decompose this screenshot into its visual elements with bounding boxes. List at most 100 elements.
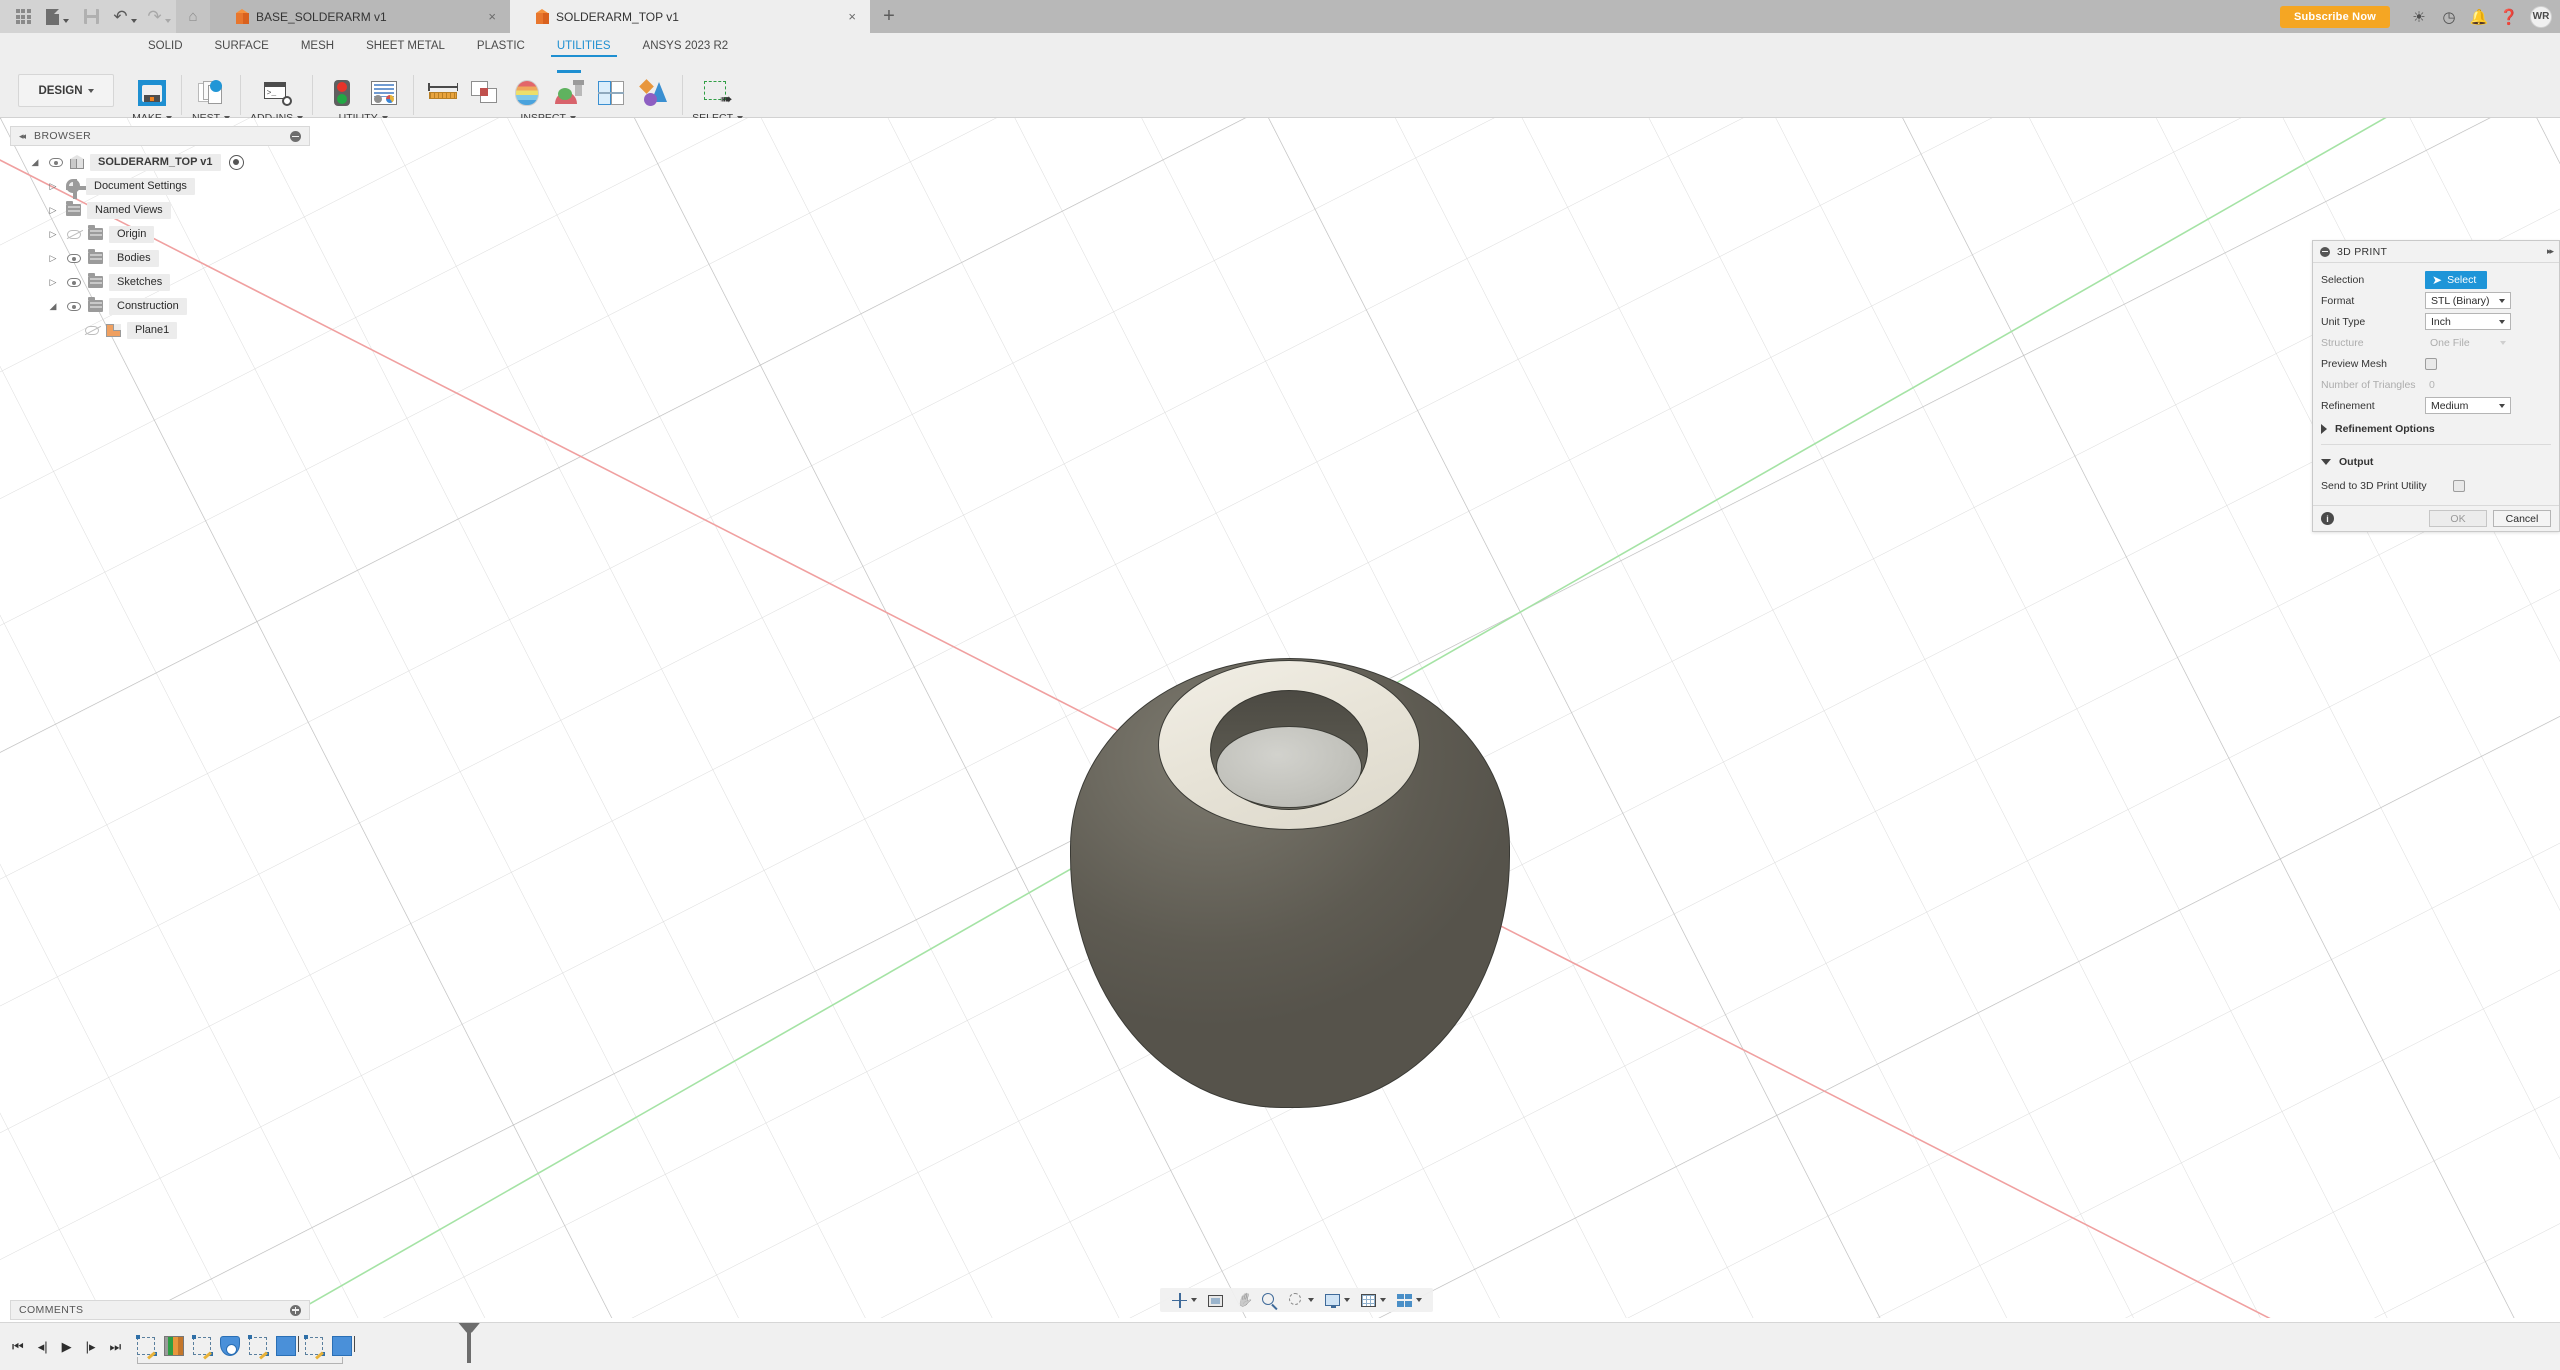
- viewport-canvas[interactable]: TOP X Y Z: [0, 118, 2560, 1318]
- collapse-icon[interactable]: [2320, 246, 2330, 257]
- format-dropdown[interactable]: STL (Binary): [2425, 292, 2511, 309]
- save-icon[interactable]: [74, 0, 108, 33]
- document-tab-base-solderarm[interactable]: BASE_SOLDERARM v1 ×: [210, 0, 510, 33]
- grid-and-snaps-button[interactable]: [1357, 1292, 1389, 1309]
- expand-icon[interactable]: ▸▸: [2547, 246, 2554, 257]
- curvature-map-icon[interactable]: [507, 75, 547, 111]
- timeline-sketch-feature[interactable]: [303, 1335, 325, 1360]
- timeline-loft-feature[interactable]: [219, 1335, 241, 1357]
- step-backward-icon[interactable]: ◂|: [38, 1339, 48, 1355]
- timeline-sketch-feature[interactable]: [135, 1335, 157, 1360]
- avatar[interactable]: WR: [2530, 5, 2552, 28]
- window-select-icon[interactable]: ➠: [698, 75, 738, 111]
- refinement-options-section[interactable]: Refinement Options: [2321, 417, 2551, 439]
- expander-collapsed-icon[interactable]: ▷: [46, 205, 60, 216]
- help-icon[interactable]: ❓: [2494, 0, 2524, 33]
- home-icon[interactable]: ⌂: [176, 0, 210, 33]
- add-comment-icon[interactable]: [290, 1304, 301, 1316]
- tab-ansys[interactable]: ANSYS 2023 R2: [627, 37, 745, 57]
- tab-utilities[interactable]: UTILITIES: [541, 37, 627, 57]
- preview-mesh-checkbox[interactable]: [2425, 357, 2437, 370]
- look-at-button[interactable]: [1204, 1292, 1227, 1309]
- expander-collapsed-icon[interactable]: ▷: [46, 277, 60, 288]
- chevron-down-icon[interactable]: [1416, 1298, 1422, 1302]
- timeline-sketch-feature[interactable]: [247, 1335, 269, 1360]
- jump-to-beginning-icon[interactable]: ⏮: [12, 1339, 24, 1355]
- browser-collapse-icon[interactable]: ◂◂: [19, 131, 26, 142]
- output-section[interactable]: Output: [2321, 450, 2551, 472]
- pan-button[interactable]: [1231, 1292, 1254, 1309]
- undo-icon[interactable]: ↶: [108, 0, 142, 33]
- comments-panel[interactable]: COMMENTS: [10, 1300, 310, 1320]
- chevron-down-icon[interactable]: [1191, 1298, 1197, 1302]
- zoom-window-button[interactable]: [1285, 1292, 1317, 1309]
- scripts-and-addins-icon[interactable]: >_: [257, 75, 297, 111]
- document-tab-solderarm-top[interactable]: SOLDERARM_TOP v1 ×: [510, 0, 870, 33]
- timeline-revolve-feature[interactable]: [163, 1335, 185, 1357]
- timeline-end-marker[interactable]: [467, 1328, 472, 1363]
- visibility-eye-off-icon[interactable]: [84, 325, 100, 335]
- model-health-icon[interactable]: [322, 75, 362, 111]
- job-status-icon[interactable]: ◷: [2434, 0, 2464, 33]
- tree-item-plane1[interactable]: Plane1: [10, 318, 310, 342]
- timeline-sketch-feature[interactable]: [191, 1335, 213, 1360]
- timeline-extrude-feature[interactable]: [275, 1335, 300, 1357]
- tab-solid[interactable]: SOLID: [132, 37, 199, 57]
- select-button[interactable]: ➤ Select: [2425, 270, 2488, 289]
- cancel-button[interactable]: Cancel: [2493, 510, 2551, 527]
- tree-item-sketches[interactable]: ▷ Sketches: [10, 270, 310, 294]
- browser-minimize-icon[interactable]: [290, 130, 301, 142]
- chevron-down-icon[interactable]: [1344, 1298, 1350, 1302]
- send-to-3d-print-utility-checkbox[interactable]: [2453, 479, 2465, 492]
- play-icon[interactable]: ▶: [62, 1339, 72, 1355]
- visibility-eye-icon[interactable]: [66, 253, 82, 263]
- tab-surface[interactable]: SURFACE: [199, 37, 285, 57]
- unit-type-dropdown[interactable]: Inch: [2425, 313, 2511, 330]
- visibility-eye-icon[interactable]: [66, 277, 82, 287]
- model-solderarm-top[interactable]: [1070, 658, 1510, 1108]
- section-analysis-icon[interactable]: [549, 70, 589, 111]
- add-document-tab-button[interactable]: +: [870, 0, 908, 33]
- refinement-dropdown[interactable]: Medium: [2425, 397, 2511, 414]
- visibility-eye-off-icon[interactable]: [66, 229, 82, 239]
- visibility-eye-icon[interactable]: [48, 157, 64, 167]
- app-grid-icon[interactable]: [6, 0, 40, 33]
- document-tab-close-icon[interactable]: ×: [458, 9, 496, 24]
- jump-to-end-icon[interactable]: ⏭: [110, 1339, 122, 1355]
- tab-mesh[interactable]: MESH: [285, 37, 350, 57]
- 3d-print-icon[interactable]: [132, 75, 172, 111]
- extensions-icon[interactable]: ☀: [2404, 0, 2434, 33]
- timeline-extrude-feature[interactable]: [331, 1335, 356, 1357]
- nest-icon[interactable]: [191, 75, 231, 111]
- activate-component-radio[interactable]: [228, 154, 244, 170]
- subscribe-now-button[interactable]: Subscribe Now: [2279, 5, 2390, 28]
- new-document-icon[interactable]: [40, 0, 74, 33]
- tab-plastic[interactable]: PLASTIC: [461, 37, 541, 57]
- tree-item-document-settings[interactable]: ▷ Document Settings: [10, 174, 310, 199]
- expander-collapsed-icon[interactable]: ▷: [46, 229, 60, 240]
- tree-item-origin[interactable]: ▷ Origin: [10, 222, 310, 246]
- tree-item-named-views[interactable]: ▷ Named Views: [10, 198, 310, 222]
- model-bore-floor[interactable]: [1216, 726, 1362, 808]
- component-color-cycling-icon[interactable]: [591, 75, 631, 111]
- tree-item-solderarm-top[interactable]: ◢ SOLDERARM_TOP v1: [10, 150, 310, 174]
- orbit-button[interactable]: [1168, 1292, 1200, 1309]
- tab-sheet-metal[interactable]: SHEET METAL: [350, 37, 461, 57]
- interference-icon[interactable]: [465, 75, 505, 111]
- expander-collapsed-icon[interactable]: ▷: [46, 253, 60, 264]
- viewports-button[interactable]: [1393, 1292, 1425, 1309]
- computer-settings-icon[interactable]: [364, 75, 404, 111]
- measure-icon[interactable]: [423, 75, 463, 111]
- ok-button[interactable]: OK: [2429, 510, 2487, 527]
- notifications-bell-icon[interactable]: 🔔: [2464, 0, 2494, 33]
- chevron-down-icon[interactable]: [1308, 1298, 1314, 1302]
- redo-icon[interactable]: ↷: [142, 0, 176, 33]
- visibility-eye-icon[interactable]: [66, 301, 82, 311]
- curvature-comb-icon[interactable]: [633, 75, 673, 111]
- tree-item-bodies[interactable]: ▷ Bodies: [10, 246, 310, 270]
- expander-expanded-icon[interactable]: ◢: [46, 301, 60, 312]
- zoom-button[interactable]: [1258, 1292, 1281, 1309]
- document-tab-close-icon[interactable]: ×: [818, 9, 856, 24]
- tree-item-construction[interactable]: ◢ Construction: [10, 294, 310, 318]
- workspace-switcher-button[interactable]: DESIGN: [18, 74, 114, 107]
